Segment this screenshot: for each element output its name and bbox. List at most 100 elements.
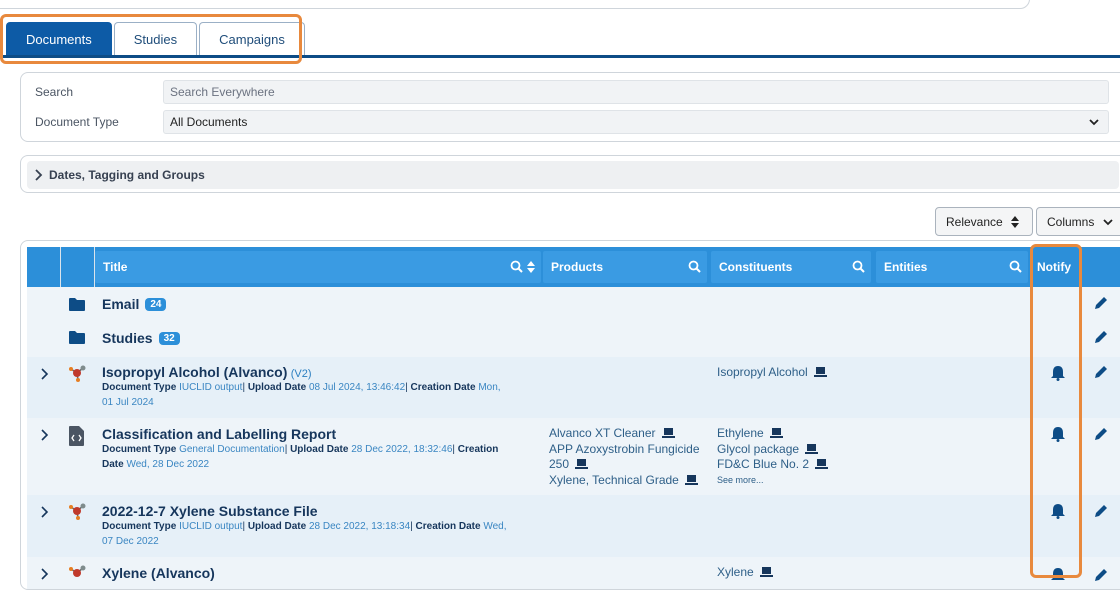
folder-row-email[interactable]: Email 24: [27, 287, 1120, 321]
version-label[interactable]: (V2): [291, 368, 312, 380]
folder-row-studies[interactable]: Studies 32: [27, 321, 1120, 357]
laptop-icon: [805, 443, 819, 454]
constituent-link[interactable]: FD&C Blue No. 2: [717, 457, 809, 471]
laptop-icon: [661, 428, 675, 438]
column-entities-label: Entities: [884, 260, 928, 274]
column-title-label: Title: [103, 260, 128, 274]
table-header: Title Products Constituents Entities Not…: [27, 247, 1120, 287]
constituent-link[interactable]: Xylene: [717, 565, 754, 579]
molecule-icon: [69, 365, 86, 382]
document-cell: 2022-12-7 Xylene Substance File Document…: [102, 503, 542, 549]
column-constituents: Constituents: [711, 247, 871, 287]
product-link[interactable]: Alvanco XT Cleaner: [549, 426, 656, 440]
table-row[interactable]: Isopropyl Alcohol (Alvanco) (V2) Documen…: [27, 357, 1120, 418]
document-type-label: Document Type: [35, 115, 119, 129]
document-title[interactable]: Xylene (Alvanco): [102, 565, 215, 581]
constituent-link[interactable]: Glycol package: [717, 442, 799, 456]
document-type-select[interactable]: All Documents: [163, 110, 1109, 134]
chevron-right-icon[interactable]: [39, 567, 49, 581]
table-row[interactable]: 2022-12-7 Xylene Substance File Document…: [27, 495, 1120, 557]
product-link[interactable]: APP Azoxystrobin Fungicide: [549, 442, 700, 456]
column-products: Products: [543, 247, 707, 287]
document-meta: Document Type IUCLID output| Upload Date…: [102, 382, 501, 408]
edit-icon[interactable]: [1093, 364, 1109, 380]
search-label: Search: [35, 85, 74, 99]
edit-icon[interactable]: [1093, 426, 1109, 442]
laptop-icon: [814, 367, 828, 377]
search-icon[interactable]: [510, 260, 523, 273]
columns-label: Columns: [1047, 214, 1095, 229]
laptop-icon: [685, 474, 699, 485]
columns-button[interactable]: Columns: [1036, 207, 1120, 236]
constituents-cell: Isopropyl Alcohol: [717, 365, 828, 381]
dates-filter-label: Dates, Tagging and Groups: [49, 168, 205, 182]
folder-name[interactable]: Studies 32: [102, 330, 180, 346]
document-title[interactable]: Isopropyl Alcohol (Alvanco): [102, 364, 287, 380]
products-cell: Alvanco XT Cleaner APP Azoxystrobin Fung…: [549, 426, 714, 488]
product-link[interactable]: 250: [549, 457, 569, 471]
chevron-right-icon[interactable]: [39, 428, 49, 442]
folder-icon: [69, 331, 85, 344]
folder-name[interactable]: Email 24: [102, 296, 167, 312]
document-meta: Document Type IUCLID output| Upload Date…: [102, 521, 507, 547]
tab-underline: [0, 55, 1120, 58]
edit-icon[interactable]: [1093, 329, 1109, 345]
documents-table: Title Products Constituents Entities Not…: [20, 240, 1120, 590]
chevron-right-icon[interactable]: [39, 367, 49, 381]
document-title[interactable]: 2022-12-7 Xylene Substance File: [102, 503, 542, 519]
search-icon[interactable]: [1009, 260, 1022, 273]
document-type-value: All Documents: [170, 115, 248, 129]
tab-documents[interactable]: Documents: [6, 22, 112, 57]
laptop-icon: [575, 459, 589, 469]
laptop-icon: [815, 459, 829, 469]
bell-icon[interactable]: [1051, 503, 1065, 519]
top-search-bar[interactable]: [0, 0, 1030, 9]
column-entities: Entities: [876, 247, 1028, 287]
constituents-cell: Xylene: [717, 565, 774, 581]
chevron-right-icon[interactable]: [39, 505, 49, 519]
folder-name-label: Studies: [102, 330, 153, 346]
code-file-icon: [69, 426, 84, 446]
document-title[interactable]: Classification and Labelling Report: [102, 426, 542, 442]
table-row[interactable]: Xylene (Alvanco) Xylene: [27, 557, 1120, 589]
molecule-icon: [69, 565, 86, 577]
constituent-link[interactable]: Isopropyl Alcohol: [717, 365, 808, 379]
edit-icon[interactable]: [1093, 567, 1109, 583]
column-notify: Notify: [1037, 247, 1087, 287]
folder-name-label: Email: [102, 296, 140, 312]
folder-icon: [69, 298, 85, 311]
edit-icon[interactable]: [1093, 503, 1109, 519]
tab-studies[interactable]: Studies: [113, 22, 198, 57]
dates-filter-toggle[interactable]: Dates, Tagging and Groups: [27, 161, 1119, 189]
sort-icon: [1010, 215, 1019, 228]
bell-icon[interactable]: [1051, 426, 1065, 442]
search-panel: Search Search Everywhere Document Type A…: [20, 72, 1120, 142]
sort-icon[interactable]: [527, 260, 535, 273]
search-icon[interactable]: [688, 260, 701, 273]
search-icon[interactable]: [852, 260, 865, 273]
constituents-cell: Ethylene Glycol package FD&C Blue No. 2 …: [717, 426, 877, 488]
constituent-link[interactable]: Ethylene: [717, 426, 764, 440]
document-cell: Isopropyl Alcohol (Alvanco) (V2) Documen…: [102, 364, 542, 410]
count-badge: 24: [145, 298, 167, 311]
chevron-down-icon: [1089, 119, 1099, 126]
tab-campaigns[interactable]: Campaigns: [199, 22, 305, 57]
document-meta: Document Type General Documentation| Upl…: [102, 444, 499, 470]
count-badge: 32: [158, 332, 180, 345]
edit-icon[interactable]: [1093, 295, 1109, 311]
column-title: Title: [95, 247, 541, 287]
bell-icon[interactable]: [1051, 567, 1065, 583]
bell-icon[interactable]: [1051, 365, 1065, 381]
laptop-icon: [770, 428, 784, 438]
relevance-label: Relevance: [946, 214, 1003, 229]
table-row[interactable]: Classification and Labelling Report Docu…: [27, 418, 1120, 495]
relevance-sort-button[interactable]: Relevance: [935, 207, 1033, 236]
product-link[interactable]: Xylene, Technical Grade: [549, 473, 679, 487]
chevron-down-icon: [1103, 218, 1113, 225]
column-products-label: Products: [551, 260, 604, 274]
see-more-link[interactable]: See more...: [717, 473, 877, 489]
dates-filter-panel: Dates, Tagging and Groups: [20, 155, 1120, 193]
document-cell: Classification and Labelling Report Docu…: [102, 426, 542, 472]
chevron-right-icon: [35, 169, 43, 181]
search-input[interactable]: Search Everywhere: [163, 80, 1109, 104]
